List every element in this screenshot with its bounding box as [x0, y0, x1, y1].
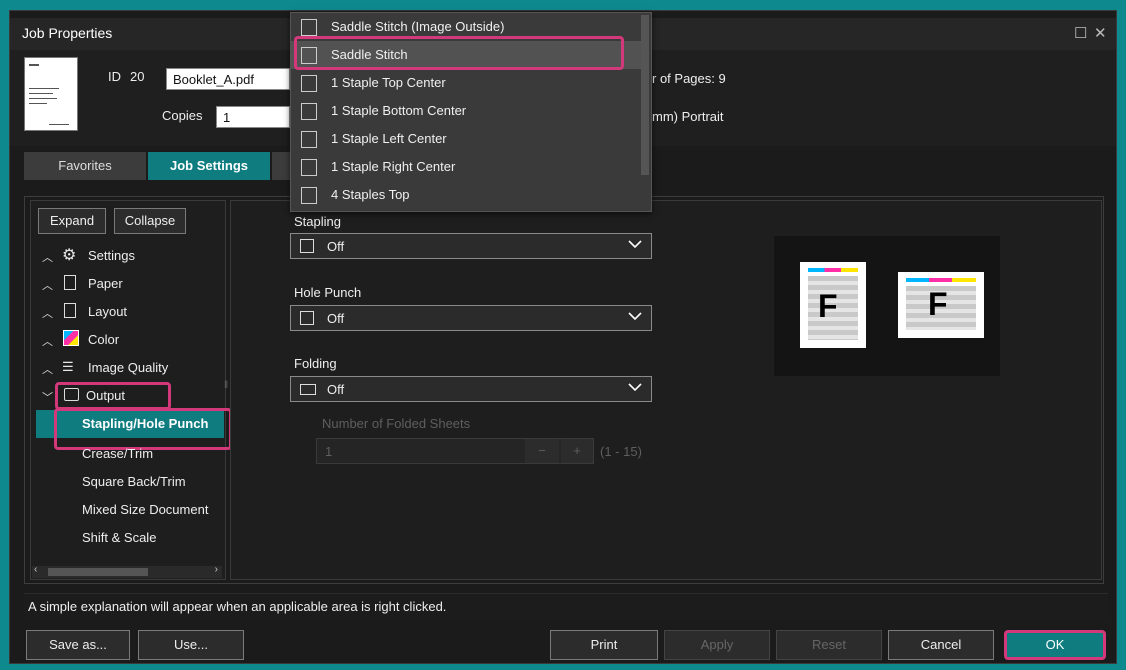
tree-item-image-quality[interactable]: Image Quality — [88, 360, 168, 375]
stapling-highlight — [54, 408, 232, 450]
gear-icon: ⚙ — [62, 247, 77, 264]
scrollbar-thumb[interactable] — [48, 568, 148, 576]
saddle-stitch-highlight — [294, 36, 624, 70]
status-text: A simple explanation will appear when an… — [28, 599, 447, 614]
collapse-caret-icon[interactable]: ︿ — [42, 361, 53, 377]
folding-select[interactable]: Off — [290, 376, 652, 402]
hole-punch-label: Hole Punch — [294, 285, 362, 300]
layout-icon — [64, 303, 76, 318]
save-as-button[interactable]: Save as... — [26, 630, 130, 660]
tree-item-shift-scale[interactable]: Shift & Scale — [82, 530, 156, 545]
dropdown-option-1-staple-left-center[interactable]: 1 Staple Left Center — [291, 125, 641, 153]
tree-item-mixed-size-document[interactable]: Mixed Size Document — [82, 502, 208, 517]
copies-label: Copies — [162, 108, 203, 123]
dropdown-option-4-staples-top[interactable]: 4 Staples Top — [291, 181, 641, 209]
cancel-button[interactable]: Cancel — [888, 630, 994, 660]
tab-job-settings[interactable]: Job Settings — [148, 152, 270, 180]
color-icon — [63, 330, 79, 346]
maximize-icon[interactable]: ☐ — [1074, 24, 1087, 42]
file-name-field[interactable]: Booklet_A.pdf — [166, 68, 290, 90]
tree-item-crease-trim[interactable]: Crease/Trim — [82, 446, 153, 461]
tree-item-settings[interactable]: Settings — [88, 248, 135, 263]
reset-button[interactable]: Reset — [776, 630, 882, 660]
copies-field[interactable]: 1 — [216, 106, 290, 128]
folded-sheets-label: Number of Folded Sheets — [322, 416, 471, 431]
staple-top-center-icon — [301, 75, 317, 92]
staple-off-icon — [300, 239, 314, 253]
dropdown-option-1-staple-bottom-center[interactable]: 1 Staple Bottom Center — [291, 97, 641, 125]
preview-letter: F — [818, 288, 838, 324]
use-button[interactable]: Use... — [138, 630, 244, 660]
staple-left-center-icon — [301, 131, 317, 148]
staple-right-center-icon — [301, 159, 317, 176]
collapse-button[interactable]: Collapse — [114, 208, 186, 234]
stapling-label: Stapling — [294, 214, 341, 229]
window-title: Job Properties — [22, 25, 113, 41]
fold-off-icon — [300, 384, 316, 395]
chevron-down-icon — [628, 240, 642, 249]
folding-label: Folding — [294, 356, 337, 371]
image-quality-icon: ☰ — [62, 359, 74, 374]
punch-off-icon — [300, 311, 314, 325]
increment-button[interactable]: + — [561, 439, 593, 463]
preview-page-right: F — [898, 272, 984, 338]
preview-page-left: F — [800, 262, 866, 348]
chevron-down-icon — [628, 383, 642, 392]
tab-next[interactable] — [272, 152, 292, 180]
stapling-select[interactable]: Off — [290, 233, 652, 259]
expand-button[interactable]: Expand — [38, 208, 106, 234]
id-label: ID — [108, 69, 121, 84]
ok-button[interactable]: OK — [1004, 630, 1106, 660]
tab-favorites[interactable]: Favorites — [24, 152, 146, 180]
dropdown-option-1-staple-right-center[interactable]: 1 Staple Right Center — [291, 153, 641, 181]
preview-letter: F — [928, 286, 948, 322]
hole-punch-select[interactable]: Off — [290, 305, 652, 331]
document-thumbnail — [24, 57, 78, 131]
collapse-caret-icon[interactable]: ︿ — [42, 277, 53, 293]
scroll-left-icon[interactable]: ‹ — [34, 564, 37, 575]
paper-icon — [64, 275, 76, 290]
output-preview: F F — [774, 236, 1000, 376]
pages-info: r of Pages: 9 — [652, 71, 726, 86]
paper-info: mm) Portrait — [652, 109, 724, 124]
apply-button[interactable]: Apply — [664, 630, 770, 660]
folded-sheets-range: (1 - 15) — [600, 444, 642, 459]
four-staples-top-icon — [301, 187, 317, 204]
output-highlight — [55, 382, 171, 410]
tree-item-paper[interactable]: Paper — [88, 276, 123, 291]
expand-caret-icon[interactable]: ﹀ — [42, 389, 53, 405]
folded-sheets-stepper[interactable]: 1 − + — [316, 438, 594, 464]
dropdown-option-1-staple-top-center[interactable]: 1 Staple Top Center — [291, 69, 641, 97]
chevron-down-icon — [628, 312, 642, 321]
collapse-caret-icon[interactable]: ︿ — [42, 333, 53, 349]
close-icon[interactable]: ✕ — [1094, 24, 1107, 42]
scroll-right-icon[interactable]: › — [215, 564, 218, 575]
tree-horizontal-scrollbar[interactable]: ‹ › — [32, 564, 222, 578]
collapse-caret-icon[interactable]: ︿ — [42, 305, 53, 321]
collapse-caret-icon[interactable]: ︿ — [42, 249, 53, 265]
print-button[interactable]: Print — [550, 630, 658, 660]
decrement-button[interactable]: − — [525, 439, 559, 463]
tree-item-color[interactable]: Color — [88, 332, 119, 347]
id-value: 20 — [130, 69, 145, 84]
tree-item-square-back-trim[interactable]: Square Back/Trim — [82, 474, 186, 489]
splitter-handle-icon[interactable]: ‖ — [224, 380, 228, 391]
tree-item-layout[interactable]: Layout — [88, 304, 127, 319]
saddle-stitch-outside-icon — [301, 19, 317, 36]
dropdown-scrollbar[interactable] — [641, 15, 649, 175]
staple-bottom-center-icon — [301, 103, 317, 120]
